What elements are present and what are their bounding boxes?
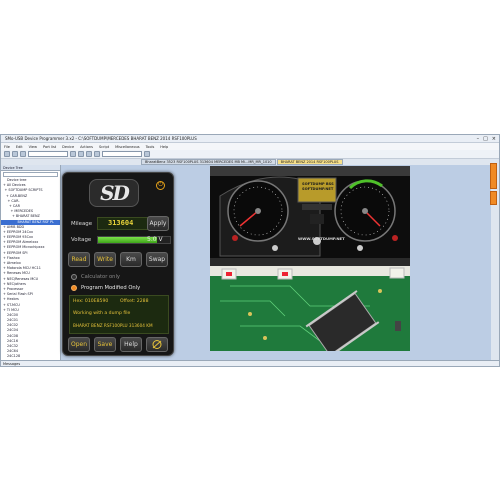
hex-address: Hex: 010E8590	[73, 299, 109, 304]
window-title: SMo-USB Device Programmer 3.x2 - C:\SOFT…	[5, 136, 197, 141]
port-select[interactable]	[102, 151, 142, 157]
status-bar: Messages	[1, 360, 499, 366]
tree-search-input[interactable]	[3, 172, 58, 177]
side-panel-tab-2[interactable]	[490, 191, 497, 205]
save-icon[interactable]	[20, 151, 26, 157]
km-button[interactable]: Km	[120, 252, 142, 267]
device-tree-header: Device Tree	[1, 165, 60, 171]
device-tree-panel: Device Tree Device tree + All Devices + SO…	[1, 165, 61, 366]
menu-port-list[interactable]: Port list	[43, 145, 56, 149]
calculator-only-label: Calculator only	[81, 274, 120, 280]
watermark-text: WWW.SOFTDUMP.NET	[298, 236, 345, 241]
device-select[interactable]	[28, 151, 68, 157]
device-tree-list: Device tree + All Devices + SOFTDUMP SCRIP…	[1, 178, 60, 366]
menu-bar: File Edit View Port list Device Actions …	[1, 143, 499, 150]
open-button[interactable]: Open	[68, 337, 90, 352]
new-icon[interactable]	[4, 151, 10, 157]
menu-miscellaneous[interactable]: Miscellaneous	[115, 145, 140, 149]
menu-script[interactable]: Script	[99, 145, 109, 149]
pcb-photo	[210, 266, 410, 351]
toolbar	[1, 150, 499, 159]
sd-device-panel: SD ⏻ Mileage 313604 Apply Voltage 5.0 V …	[62, 172, 174, 356]
read-icon[interactable]	[70, 151, 76, 157]
menu-edit[interactable]: Edit	[16, 145, 23, 149]
mileage-label: Mileage	[71, 221, 93, 227]
file-name: BHARAT BENZ RSF100PLU 313604 KM	[73, 323, 153, 328]
working-status: Working with a dump file	[73, 311, 131, 316]
instrument-cluster-image	[210, 166, 410, 266]
calculator-icon[interactable]	[146, 337, 168, 352]
write-icon[interactable]	[78, 151, 84, 157]
sd-logo: SD	[89, 179, 139, 207]
power-icon[interactable]: ⏻	[156, 181, 165, 190]
erase-icon[interactable]	[94, 151, 100, 157]
lcd-line-2: SOFTDUMP.NET	[302, 187, 334, 191]
maximize-icon[interactable]: □	[483, 136, 488, 142]
program-modified-radio[interactable]	[71, 285, 77, 291]
voltage-value: 5.0 V	[147, 236, 163, 243]
offset-value: Offset: 2288	[120, 299, 149, 304]
title-bar: SMo-USB Device Programmer 3.x2 - C:\SOFT…	[1, 135, 499, 143]
side-panel-tab[interactable]	[490, 163, 497, 189]
menu-tools[interactable]: Tools	[146, 145, 155, 149]
swap-button[interactable]: Swap	[146, 252, 168, 267]
voltage-label: Voltage	[71, 237, 92, 243]
minimize-icon[interactable]: –	[477, 136, 480, 142]
apply-button[interactable]: Apply	[147, 216, 169, 231]
menu-view[interactable]: View	[29, 145, 37, 149]
open-icon[interactable]	[12, 151, 18, 157]
menu-file[interactable]: File	[4, 145, 10, 149]
write-button[interactable]: Write	[94, 252, 116, 267]
dashboard-photo: SOFTDUMP BSS SOFTDUMP.NET WWW.SOFTDUMP.N…	[210, 166, 410, 266]
menu-device[interactable]: Device	[62, 145, 74, 149]
help-button[interactable]: Help	[120, 337, 142, 352]
calculator-only-radio[interactable]	[71, 274, 77, 280]
menu-actions[interactable]: Actions	[80, 145, 93, 149]
info-display: Hex: 010E8590 Offset: 2288 Working with …	[69, 295, 169, 334]
menu-help[interactable]: Help	[160, 145, 168, 149]
read-button[interactable]: Read	[68, 252, 90, 267]
circuit-board-image	[210, 266, 410, 351]
save-button[interactable]: Save	[94, 337, 116, 352]
program-modified-label: Program Modified Only	[81, 285, 141, 291]
verify-icon[interactable]	[86, 151, 92, 157]
close-icon[interactable]: ×	[492, 136, 496, 142]
settings-icon[interactable]	[144, 151, 150, 157]
